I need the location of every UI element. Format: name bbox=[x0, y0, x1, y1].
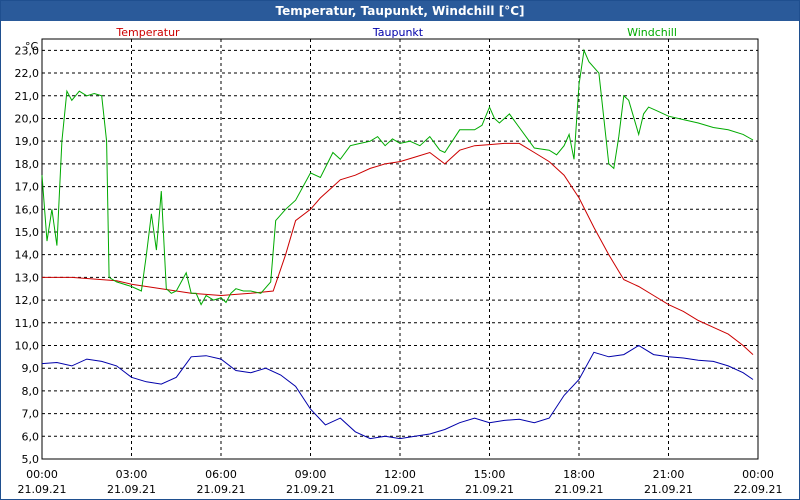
legend-label-temperatur: Temperatur bbox=[115, 26, 180, 39]
x-tick-date-label: 21.09.21 bbox=[286, 483, 335, 496]
y-tick-label: 23,0 bbox=[15, 44, 40, 57]
y-tick-label: 11,0 bbox=[15, 317, 40, 330]
y-tick-label: 17,0 bbox=[15, 181, 40, 194]
x-tick-date-label: 21.09.21 bbox=[376, 483, 425, 496]
x-tick-time-label: 12:00 bbox=[384, 468, 416, 481]
y-tick-label: 5,0 bbox=[22, 453, 40, 466]
x-tick-date-label: 22.09.21 bbox=[734, 483, 783, 496]
legend-label-taupunkt: Taupunkt bbox=[372, 26, 424, 39]
line-chart: °C 5,06,07,08,09,010,011,012,013,014,015… bbox=[15, 26, 783, 496]
x-tick-time-label: 00:00 bbox=[742, 468, 774, 481]
y-axis: 5,0 6,0 7,0 8,0 9,0 10,0 11,0 12,0 13,0 14,0 15,0 1… bbox=[15, 44, 40, 466]
y-tick-label: 6,0 bbox=[22, 430, 40, 443]
x-tick-date-label: 21.09.21 bbox=[644, 483, 693, 496]
y-tick-label: 14,0 bbox=[15, 249, 40, 262]
y-tick-label: 13,0 bbox=[15, 271, 40, 284]
chart-window: Temperatur, Taupunkt, Windchill [°C] °C … bbox=[0, 0, 800, 500]
x-tick-time-label: 21:00 bbox=[653, 468, 685, 481]
y-tick-label: 16,0 bbox=[15, 203, 40, 216]
y-tick-label: 10,0 bbox=[15, 339, 40, 352]
y-tick-label: 18,0 bbox=[15, 158, 40, 171]
x-tick-time-label: 15:00 bbox=[474, 468, 506, 481]
y-tick-label: 21,0 bbox=[15, 90, 40, 103]
y-tick-label: 20,0 bbox=[15, 112, 40, 125]
x-tick-time-label: 00:00 bbox=[26, 468, 58, 481]
window-title: Temperatur, Taupunkt, Windchill [°C] bbox=[1, 1, 799, 21]
x-tick-time-label: 06:00 bbox=[205, 468, 237, 481]
y-tick-label: 22,0 bbox=[15, 67, 40, 80]
x-tick-time-label: 09:00 bbox=[295, 468, 327, 481]
x-tick-date-label: 21.09.21 bbox=[197, 483, 246, 496]
y-tick-label: 19,0 bbox=[15, 135, 40, 148]
y-tick-label: 9,0 bbox=[22, 362, 40, 375]
x-tick-time-label: 18:00 bbox=[563, 468, 595, 481]
y-tick-label: 7,0 bbox=[22, 408, 40, 421]
y-tick-label: 15,0 bbox=[15, 226, 40, 239]
x-tick-date-label: 21.09.21 bbox=[107, 483, 156, 496]
x-axis: 00:00 21.09.21 03:00 21.09.21 06:00 21.09.21 0… bbox=[18, 468, 783, 496]
legend-label-windchill: Windchill bbox=[627, 26, 677, 39]
x-tick-date-label: 21.09.21 bbox=[465, 483, 514, 496]
y-tick-label: 8,0 bbox=[22, 385, 40, 398]
x-tick-date-label: 21.09.21 bbox=[555, 483, 604, 496]
x-tick-time-label: 03:00 bbox=[116, 468, 148, 481]
y-tick-label: 12,0 bbox=[15, 294, 40, 307]
x-tick-date-label: 21.09.21 bbox=[18, 483, 67, 496]
legend: Temperatur Taupunkt Windchill bbox=[115, 26, 677, 39]
